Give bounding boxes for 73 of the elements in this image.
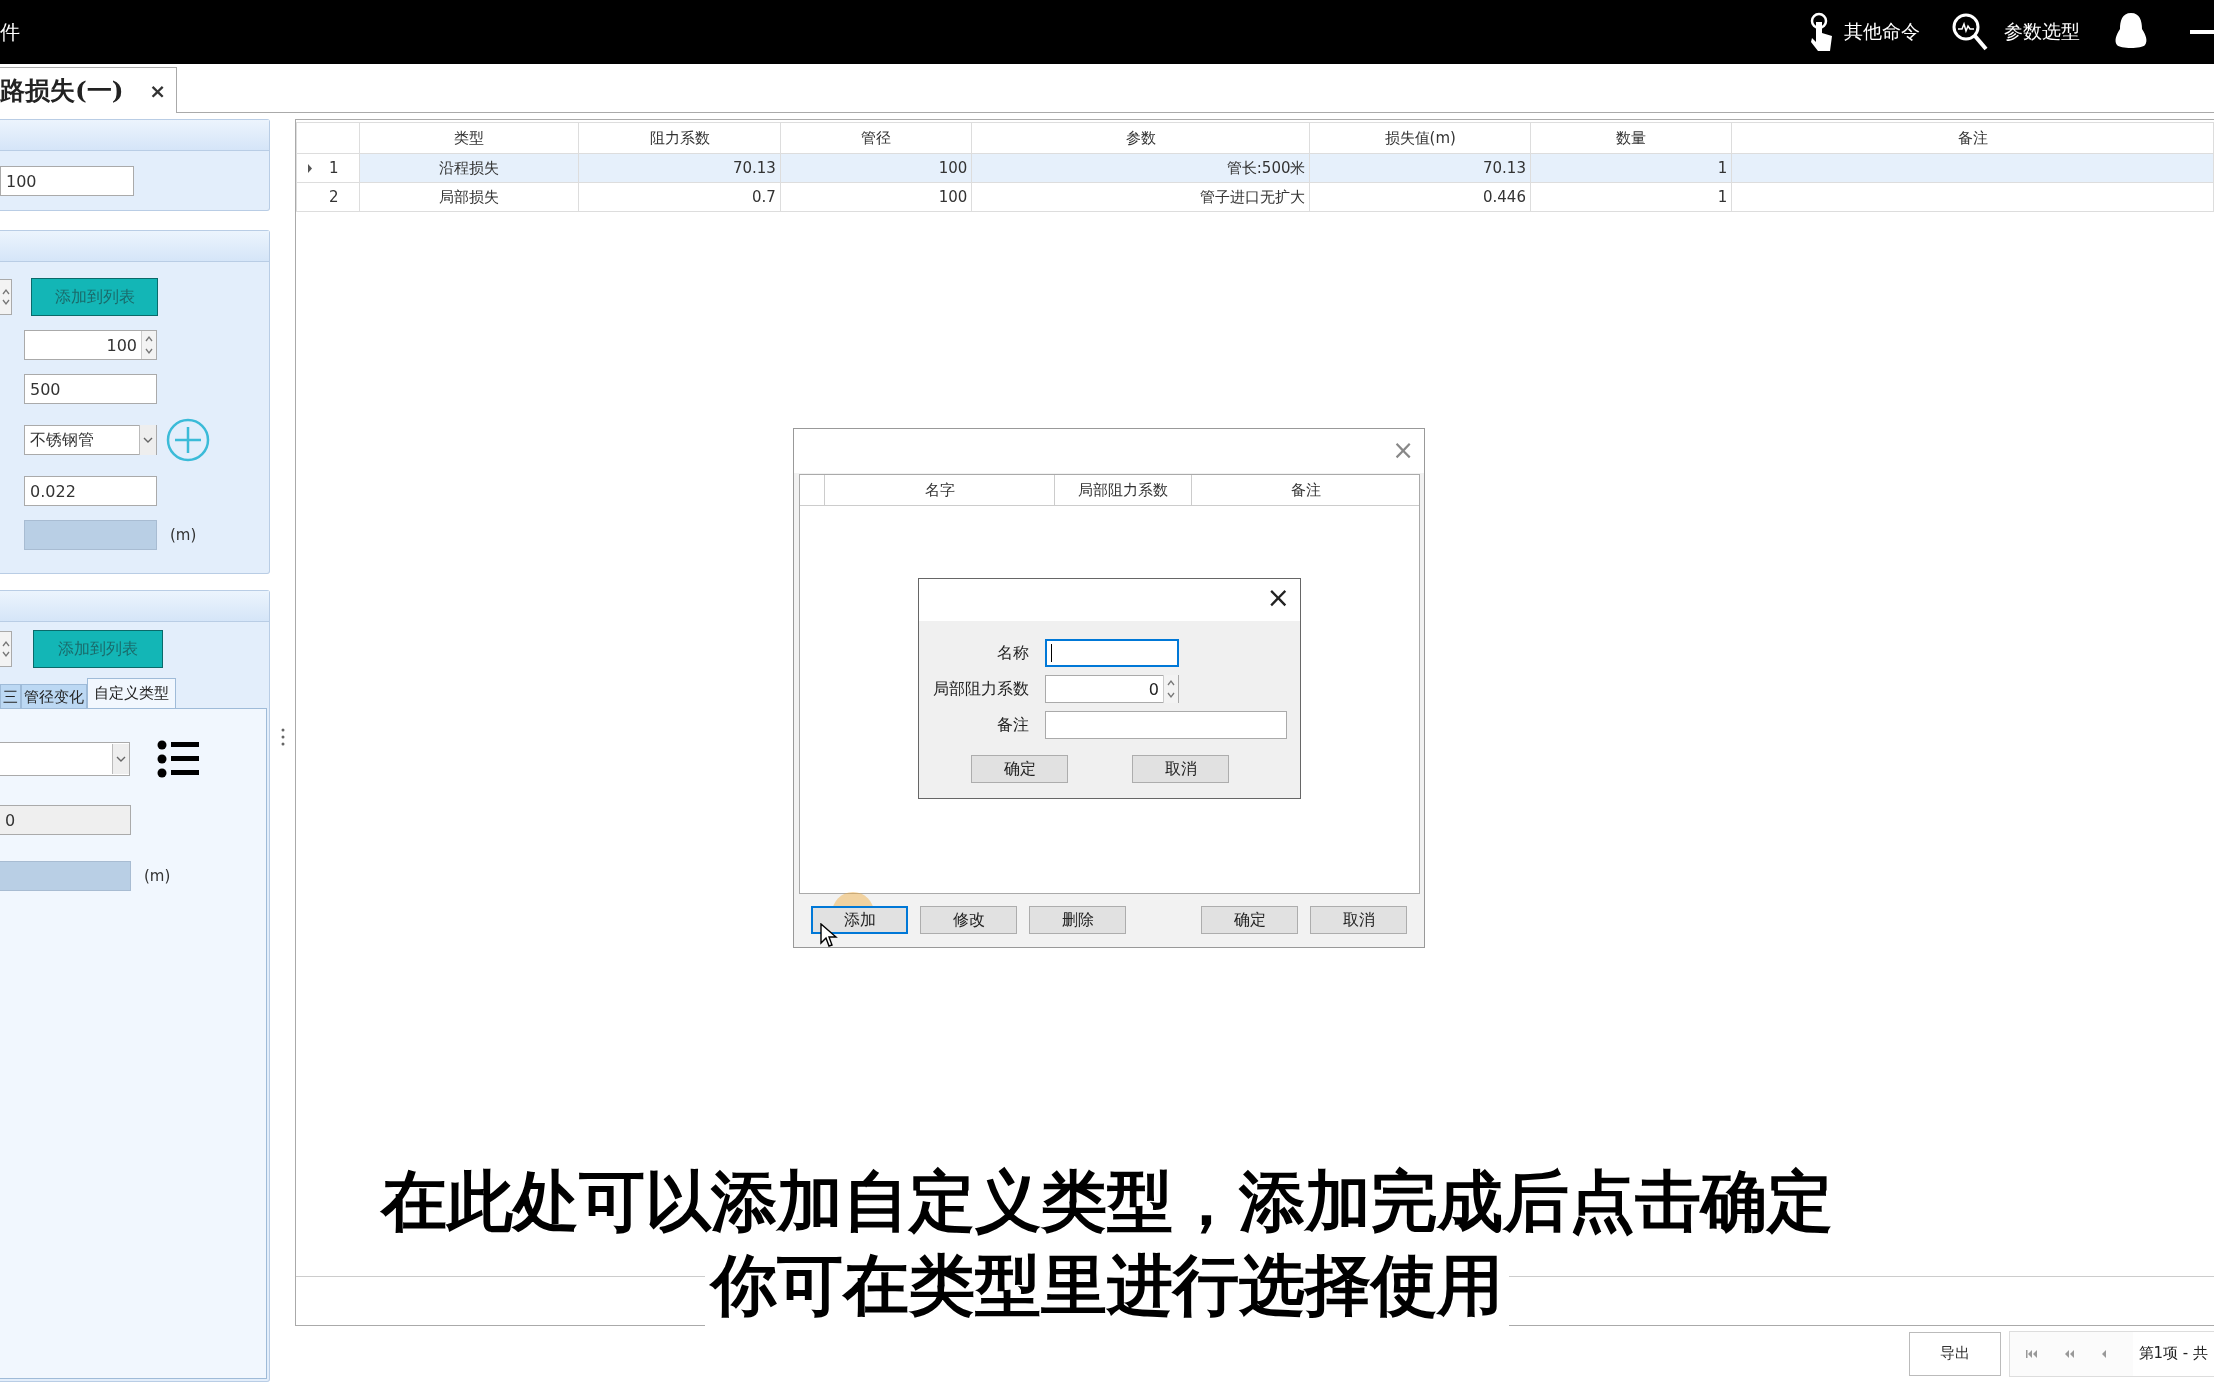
previous-page-icon[interactable] bbox=[2100, 1348, 2107, 1359]
dialog-button[interactable]: 取消 bbox=[1310, 906, 1407, 934]
table-cell: 1 bbox=[1530, 153, 1732, 183]
page-info: 第1项 - 共 bbox=[2132, 1331, 2214, 1376]
table-row[interactable]: 1 沿程损失 70.13 100 管长:500米 70.13 1 bbox=[296, 153, 2214, 183]
field-label: 备注 bbox=[996, 714, 1029, 736]
spinner-arrows-icon[interactable] bbox=[0, 631, 12, 667]
column-header[interactable]: 局部阻力系数 bbox=[1055, 475, 1192, 505]
command-link[interactable]: 其他命令 bbox=[1844, 19, 1920, 45]
table-cell: 0.7 bbox=[578, 182, 781, 212]
table-cell: 100 bbox=[780, 182, 972, 212]
hand-pointer-icon[interactable] bbox=[1808, 12, 1834, 52]
dialog-button[interactable]: 确定 bbox=[1201, 906, 1298, 934]
table-cell: 管子进口无扩大 bbox=[971, 182, 1310, 212]
mouse-cursor-icon bbox=[820, 923, 838, 949]
table-cell: 管长:500米 bbox=[971, 153, 1310, 183]
first-page-icon[interactable] bbox=[2025, 1348, 2038, 1359]
tab[interactable]: 三 bbox=[0, 684, 21, 708]
command-link[interactable]: 参数选型 bbox=[2004, 19, 2080, 45]
close-tab-button[interactable]: × bbox=[149, 78, 166, 103]
dropdown[interactable]: 不锈钢管 bbox=[24, 425, 157, 455]
column-header[interactable]: 阻力系数 bbox=[578, 122, 781, 154]
column-header[interactable]: 管径 bbox=[780, 122, 972, 154]
number-spinner[interactable]: 0 bbox=[1045, 675, 1179, 703]
column-header[interactable]: 参数 bbox=[971, 122, 1310, 154]
input-field[interactable]: 0.022 bbox=[24, 476, 157, 506]
unit-label: (m) bbox=[144, 867, 171, 885]
spinner-arrows-icon[interactable] bbox=[0, 279, 12, 315]
input-field[interactable]: 100 bbox=[0, 166, 134, 196]
input-field[interactable]: 500 bbox=[24, 374, 157, 404]
number-spinner[interactable]: 100 bbox=[24, 330, 157, 360]
export-button[interactable]: 导出 bbox=[1908, 1331, 2001, 1376]
window-title: 件 bbox=[0, 18, 20, 46]
table-cell: 70.13 bbox=[578, 153, 781, 183]
tab[interactable]: 管径变化 bbox=[21, 684, 87, 708]
column-header[interactable]: 数量 bbox=[1530, 122, 1732, 154]
document-tab[interactable]: 路损失(一) × bbox=[0, 67, 177, 113]
column-header[interactable]: 备注 bbox=[1731, 122, 2214, 154]
table-cell: 1 bbox=[1530, 182, 1732, 212]
input-field[interactable] bbox=[1045, 639, 1179, 667]
current-row-icon bbox=[307, 163, 313, 173]
table-cell: 70.13 bbox=[1310, 153, 1531, 183]
tab[interactable]: 自定义类型 bbox=[87, 678, 176, 708]
unit-label: (m) bbox=[170, 526, 197, 544]
row-number: 1 bbox=[329, 159, 339, 177]
dialog-button[interactable]: 确定 bbox=[971, 755, 1068, 783]
field-label: 名称 bbox=[996, 642, 1029, 664]
field-label: 局部阻力系数 bbox=[932, 678, 1029, 700]
table-cell: 沿程损失 bbox=[359, 153, 579, 183]
dialog-button[interactable]: 添加 bbox=[811, 906, 908, 934]
dialog-button[interactable]: 修改 bbox=[920, 906, 1017, 934]
column-header[interactable]: 备注 bbox=[1192, 475, 1419, 505]
dialog-button[interactable]: 删除 bbox=[1029, 906, 1126, 934]
splitter-handle-icon[interactable] bbox=[280, 728, 285, 746]
column-header[interactable]: 类型 bbox=[359, 122, 579, 154]
close-button[interactable]: × bbox=[1392, 435, 1414, 465]
previous-pages-icon[interactable] bbox=[2063, 1348, 2075, 1359]
add-circle-icon[interactable] bbox=[166, 418, 210, 462]
column-header[interactable]: 损失值(m) bbox=[1310, 122, 1531, 154]
list-icon[interactable] bbox=[157, 739, 201, 779]
dialog-button[interactable]: 取消 bbox=[1132, 755, 1229, 783]
table-row[interactable]: 2 局部损失 0.7 100 管子进口无扩大 0.446 1 bbox=[296, 182, 2214, 212]
dropdown[interactable] bbox=[0, 742, 130, 776]
close-button[interactable]: × bbox=[1266, 581, 1290, 614]
corner-cell bbox=[296, 122, 360, 154]
tab-title: 路损失(一) bbox=[0, 75, 124, 107]
input-field: 0 bbox=[0, 805, 131, 835]
table-cell: 局部损失 bbox=[359, 182, 579, 212]
table-cell: 100 bbox=[780, 153, 972, 183]
column-header[interactable]: 名字 bbox=[825, 475, 1055, 505]
input-field[interactable] bbox=[1045, 711, 1287, 739]
table-cell: 0.446 bbox=[1310, 182, 1531, 212]
row-number: 2 bbox=[329, 188, 339, 206]
